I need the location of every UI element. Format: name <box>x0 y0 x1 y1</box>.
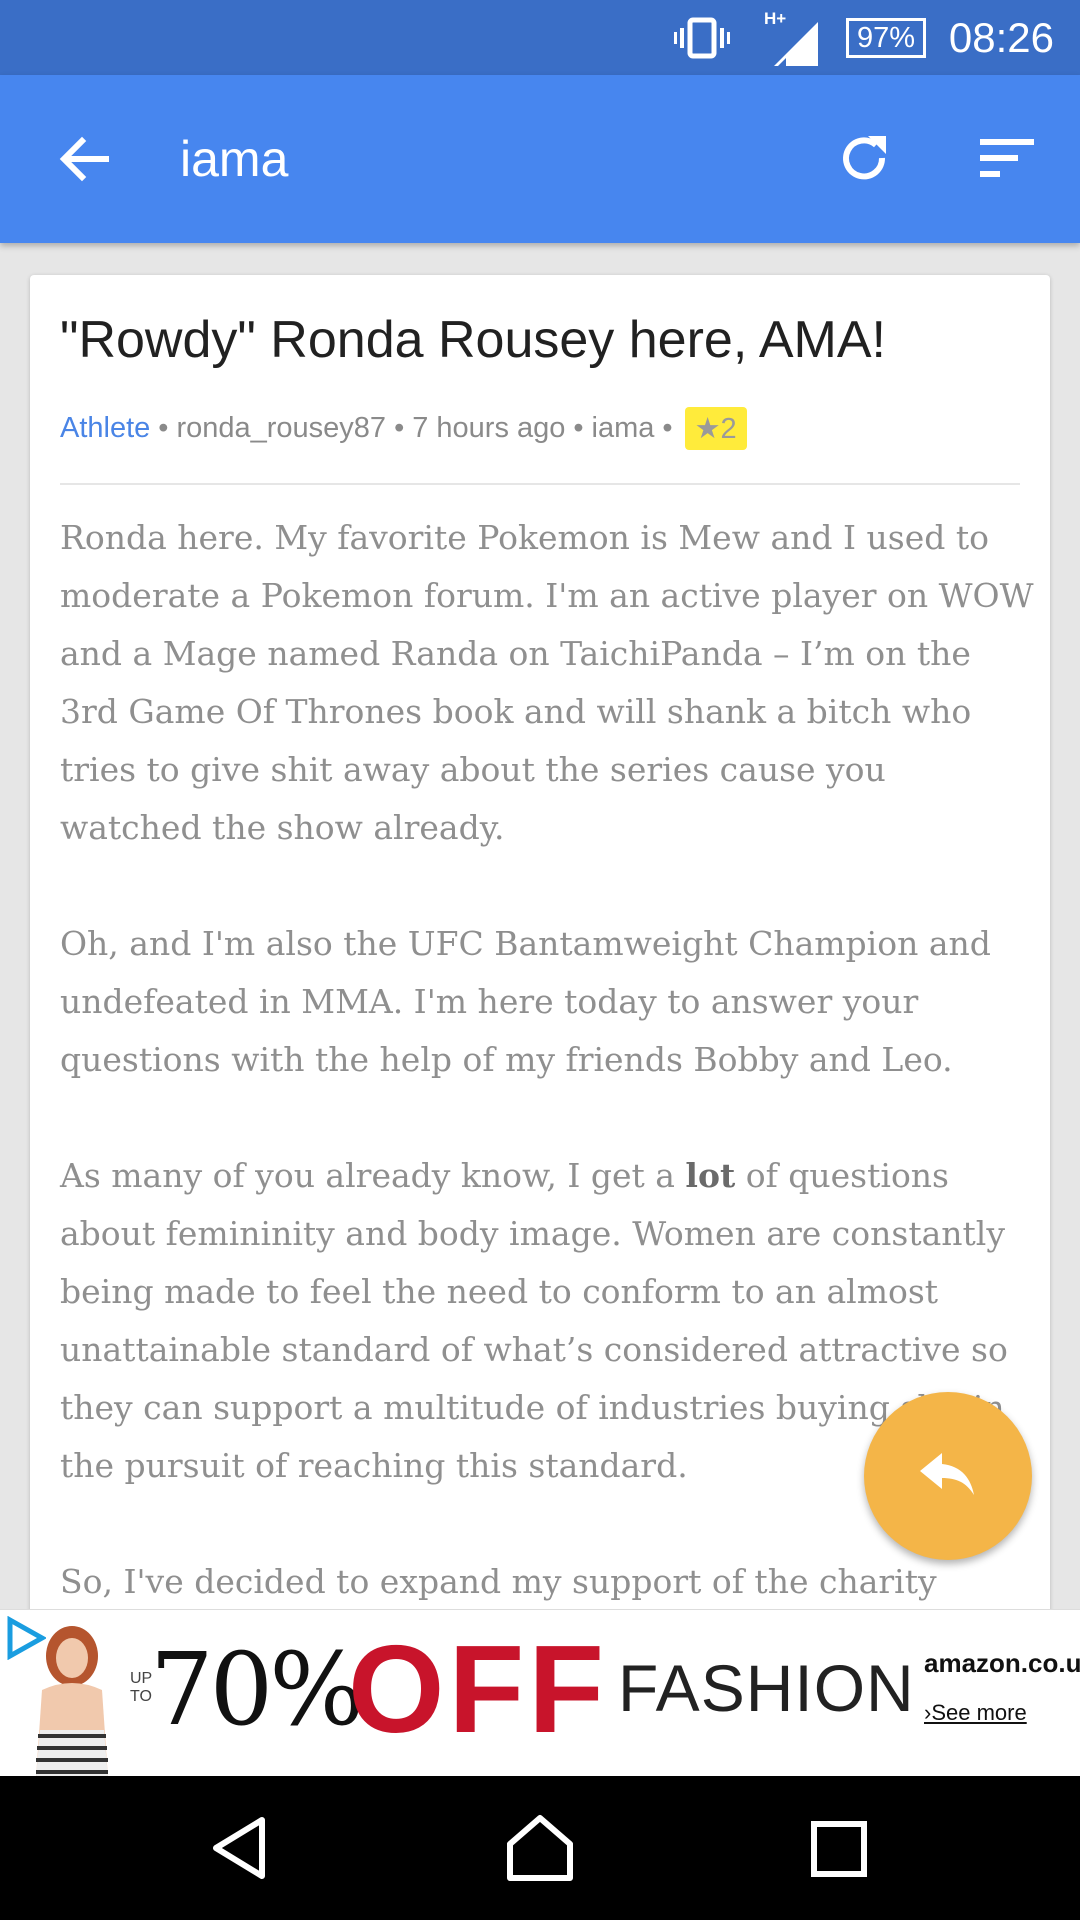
meta-separator: • <box>573 411 584 444</box>
reply-icon <box>918 1449 978 1504</box>
post-meta: Athlete • ronda_rousey87 • 7 hours ago •… <box>60 405 747 451</box>
ad-off-label: OFF <box>348 1621 608 1759</box>
divider <box>60 483 1020 485</box>
refresh-icon[interactable] <box>836 130 892 186</box>
page-title: iama <box>180 131 289 187</box>
body-paragraph-1: Ronda here. My favorite Pokemon is Mew a… <box>60 518 1034 847</box>
body-paragraph-2: Oh, and I'm also the UFC Bantamweight Ch… <box>60 924 991 1079</box>
body-paragraph-4: So, I've decided to expand my support of… <box>60 1562 937 1601</box>
battery-indicator: 97% <box>845 18 926 58</box>
body-text: of questions about femininity and body i… <box>60 1156 1008 1485</box>
post-title: "Rowdy" Ronda Rousey here, AMA! <box>60 311 886 369</box>
post-author[interactable]: ronda_rousey87 <box>176 412 386 445</box>
meta-separator: • <box>662 411 673 444</box>
body-bold-text: lot <box>685 1156 736 1195</box>
signal-icon: H+ <box>764 0 822 75</box>
app-bar: iama <box>0 75 1080 243</box>
nav-home-icon[interactable] <box>504 1812 576 1884</box>
back-arrow-icon[interactable] <box>56 131 112 187</box>
ad-model-image <box>26 1620 118 1777</box>
post-time: 7 hours ago <box>412 411 566 444</box>
meta-separator: • <box>158 411 169 444</box>
reply-button[interactable] <box>864 1392 1032 1560</box>
post-subreddit[interactable]: iama <box>592 412 655 445</box>
status-bar: H+ 97% 08:26 <box>0 0 1080 75</box>
nav-back-icon[interactable] <box>204 1812 276 1884</box>
body-text: As many of you already know, I get a <box>60 1156 686 1195</box>
nav-recents-icon[interactable] <box>804 1812 876 1884</box>
ad-percent: 70% <box>150 1631 364 1748</box>
network-type-label: H+ <box>764 9 786 28</box>
ad-banner[interactable]: UP TO 70% OFF FASHION amazon.co.uk ›See … <box>0 1609 1080 1777</box>
sort-icon[interactable] <box>978 135 1036 183</box>
status-time: 08:26 <box>948 13 1054 61</box>
ad-see-more-link[interactable]: ›See more <box>924 1700 1027 1726</box>
navigation-bar <box>0 1776 1080 1920</box>
score-badge: ★2 <box>684 406 747 450</box>
ad-category: FASHION <box>618 1651 915 1725</box>
meta-separator: • <box>394 411 405 444</box>
user-flair[interactable]: Athlete <box>60 412 150 445</box>
vibrate-icon <box>674 0 730 75</box>
ad-brand-logo: amazon.co.uk <box>924 1648 1080 1678</box>
